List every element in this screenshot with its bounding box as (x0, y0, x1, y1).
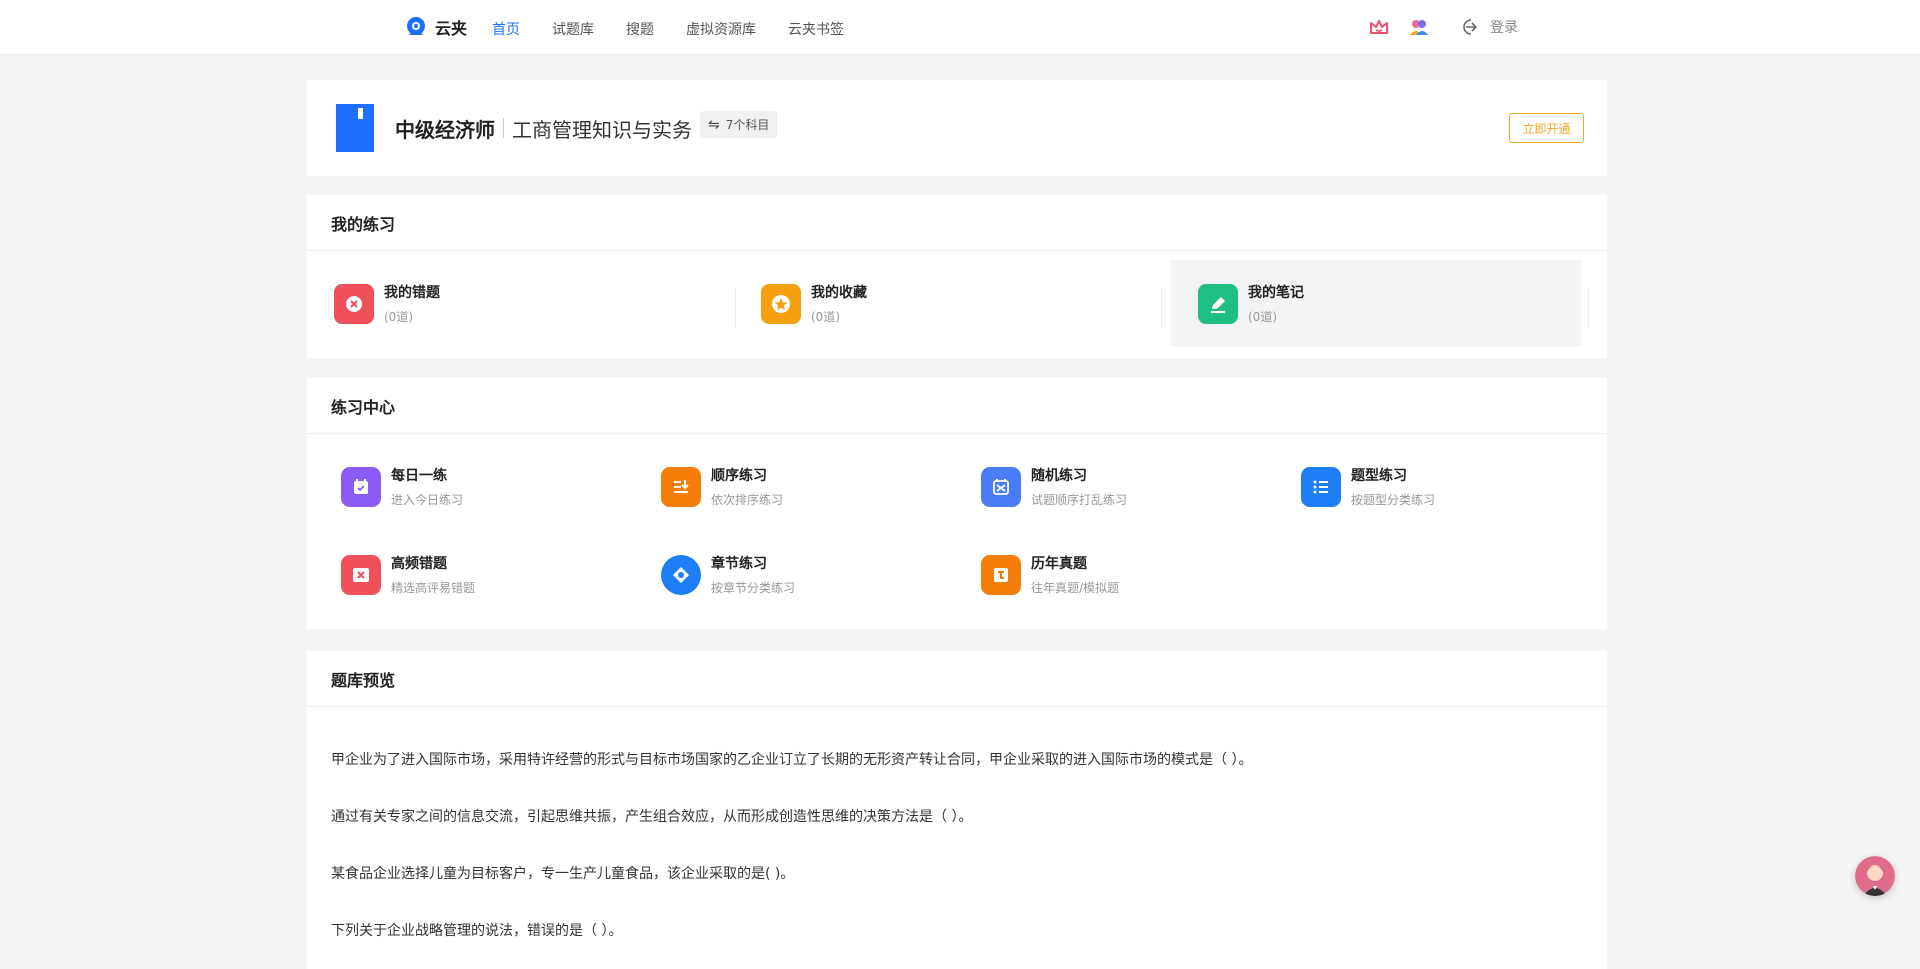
nav-search-questions[interactable]: 搜题 (626, 19, 654, 39)
item-label: 顺序练习 (711, 468, 767, 484)
my-practice-row: 我的错题 (0道) 我的收藏 (0道) 我的笔记 (0道) (307, 251, 1607, 358)
compass-icon (661, 555, 701, 595)
divider (1588, 288, 1589, 328)
frequent-errors[interactable]: 高频错题 精选高评易错题 (341, 554, 475, 596)
nav-question-bank[interactable]: 试题库 (552, 19, 594, 39)
my-practice-card: 我的练习 我的错题 (0道) 我的收藏 (0道) 我的笔记 (0道) (307, 195, 1607, 358)
customer-service-avatar[interactable] (1855, 856, 1895, 896)
preview-question[interactable]: 甲企业为了进入国际市场，采用特许经营的形式与目标市场国家的乙企业订立了长期的无形… (331, 749, 1252, 769)
swap-icon: ⇋ (708, 116, 720, 133)
item-label: 我的笔记 (1248, 284, 1304, 301)
main-nav: 首页 试题库 搜题 虚拟资源库 云夹书签 (492, 19, 876, 39)
item-desc: 往年真题/模拟题 (1031, 581, 1120, 595)
item-label: 我的收藏 (811, 284, 867, 301)
sort-order-icon (661, 467, 701, 507)
sequential-practice[interactable]: 顺序练习 依次排序练习 (661, 466, 783, 508)
course-title: 中级经济师 (395, 118, 495, 142)
random-practice[interactable]: 随机练习 试题顺序打乱练习 (981, 466, 1127, 508)
user-area: 登录 (1368, 16, 1518, 38)
my-notes[interactable]: 我的笔记 (0道) (1171, 260, 1581, 347)
nav-home[interactable]: 首页 (492, 19, 520, 39)
open-now-button[interactable]: 立即开通 (1509, 113, 1584, 143)
cloud-logo-icon (407, 17, 425, 35)
item-label: 随机练习 (1031, 468, 1087, 484)
practice-center-grid: 每日一练 进入今日练习 顺序练习 依次排序练习 随机练习 试题顺序打乱练习 题型… (307, 434, 1607, 629)
course-card: 中级经济师 工商管理知识与实务 ⇋ 7个科目 立即开通 (307, 80, 1607, 176)
preview-title: 题库预览 (307, 651, 1607, 707)
item-label: 历年真题 (1031, 556, 1087, 572)
list-icon (1301, 467, 1341, 507)
login-icon[interactable] (1458, 16, 1480, 38)
brand[interactable]: 云夹 (404, 15, 467, 39)
nav-bookmarks[interactable]: 云夹书签 (788, 19, 844, 39)
preview-question[interactable]: 通过有关专家之间的信息交流，引起思维共振，产生组合效应，从而形成创造性思维的决策… (331, 806, 972, 826)
item-label: 高频错题 (391, 556, 447, 572)
item-label: 我的错题 (384, 284, 440, 301)
top-navbar: 云夹 首页 试题库 搜题 虚拟资源库 云夹书签 登录 (0, 0, 1920, 55)
login-link[interactable]: 登录 (1490, 17, 1518, 37)
item-desc: 进入今日练习 (391, 493, 464, 507)
past-exams[interactable]: 历年真题 往年真题/模拟题 (981, 554, 1119, 596)
daily-practice[interactable]: 每日一练 进入今日练习 (341, 466, 463, 508)
item-desc: 依次排序练习 (711, 493, 784, 507)
pencil-icon (1198, 283, 1238, 324)
shuffle-icon (981, 467, 1021, 507)
divider (1161, 288, 1162, 328)
assistant-avatar-icon (1855, 856, 1895, 896)
item-desc: 按章节分类练习 (711, 581, 796, 595)
preview-question[interactable]: 某食品企业选择儿童为目标客户，专一生产儿童食品，该企业采取的是( )。 (331, 863, 794, 883)
team-icon[interactable] (1408, 16, 1430, 38)
wrong-circle-icon (334, 283, 374, 324)
item-label: 题型练习 (1351, 468, 1407, 484)
item-count: (0道) (384, 309, 413, 324)
item-count: (0道) (811, 309, 840, 324)
chapter-practice[interactable]: 章节练习 按章节分类练习 (661, 554, 795, 596)
vip-crown-icon[interactable] (1368, 16, 1390, 38)
my-practice-title: 我的练习 (307, 195, 1607, 251)
item-label: 章节练习 (711, 556, 767, 572)
error-ticket-icon (341, 555, 381, 595)
practice-center-title: 练习中心 (307, 378, 1607, 434)
item-count: (0道) (1248, 309, 1277, 324)
brand-name: 云夹 (435, 19, 468, 38)
practice-center-card: 练习中心 每日一练 进入今日练习 顺序练习 依次排序练习 随机练习 试题顺序打乱… (307, 378, 1607, 629)
item-desc: 按题型分类练习 (1351, 493, 1436, 507)
subject-count: 7个科目 (725, 118, 770, 132)
preview-question[interactable]: 下列关于企业战略管理的说法，错误的是（ ）。 (331, 920, 622, 940)
question-type-practice[interactable]: 题型练习 按题型分类练习 (1301, 466, 1435, 508)
exam-paper-icon (981, 555, 1021, 595)
question-preview-card: 题库预览 甲企业为了进入国际市场，采用特许经营的形式与目标市场国家的乙企业订立了… (307, 651, 1607, 969)
course-subject: 工商管理知识与实务 (512, 118, 692, 142)
item-desc: 试题顺序打乱练习 (1031, 493, 1128, 507)
calendar-check-icon (341, 467, 381, 507)
book-icon (336, 104, 374, 152)
title-divider (503, 118, 504, 138)
item-desc: 精选高评易错题 (391, 581, 476, 595)
switch-subject-badge[interactable]: ⇋ 7个科目 (700, 111, 778, 138)
my-favorites[interactable]: 我的收藏 (0道) (734, 260, 1144, 347)
star-icon (761, 283, 801, 324)
nav-virtual-resources[interactable]: 虚拟资源库 (686, 19, 756, 39)
item-label: 每日一练 (391, 468, 447, 484)
my-wrong-questions[interactable]: 我的错题 (0道) (307, 260, 717, 347)
